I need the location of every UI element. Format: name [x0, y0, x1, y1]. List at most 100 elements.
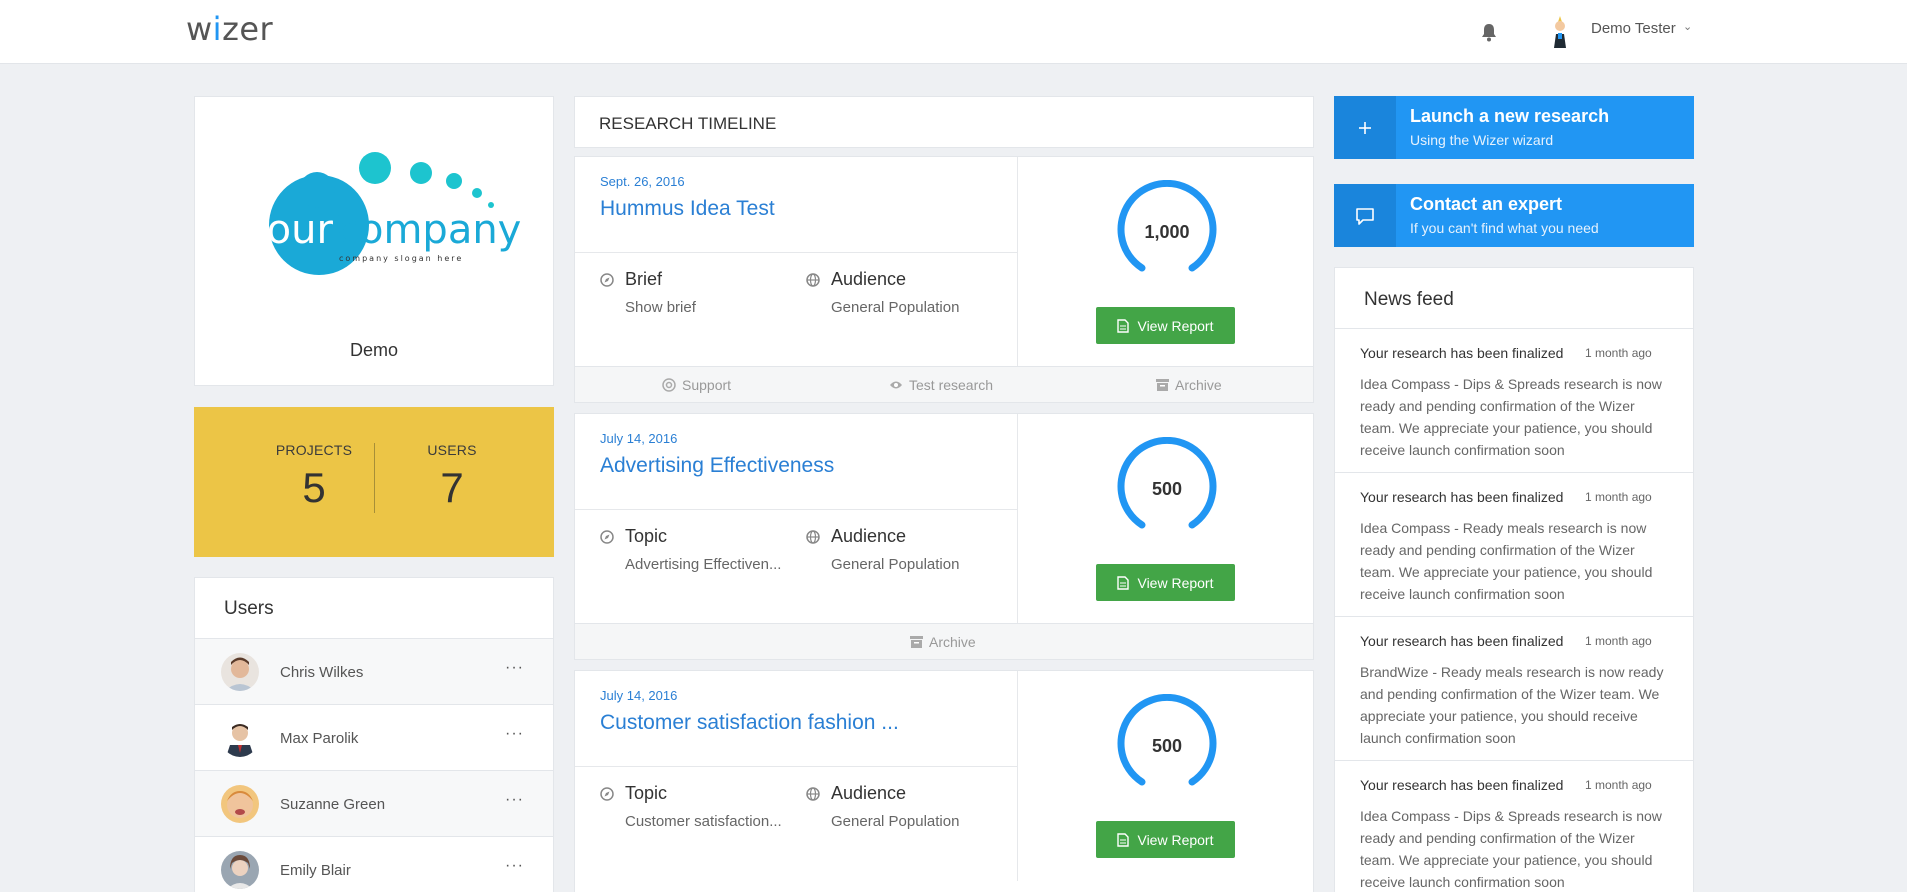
compass-icon [600, 787, 614, 801]
logo-part: zer [222, 10, 274, 48]
users-value: 7 [440, 464, 464, 511]
field-label: Audience [831, 269, 907, 289]
view-report-label: View Report [1137, 317, 1214, 334]
research-title-link[interactable]: Advertising Effectiveness [600, 454, 834, 478]
contact-expert-button[interactable]: Contact an expert If you can't find what… [1334, 184, 1694, 247]
globe-icon [806, 787, 820, 801]
news-item[interactable]: Your research has been finalized 1 month… [1335, 616, 1693, 760]
globe-icon [806, 273, 820, 287]
chevron-down-icon[interactable]: ⌄ [1683, 20, 1692, 33]
archive-label: Archive [929, 634, 976, 650]
users-card: Users Chris Wilkes ··· Max Parolik ··· S… [194, 577, 554, 892]
divider [575, 766, 1017, 767]
contact-expert-title: Contact an expert [1410, 194, 1563, 214]
top-bar: wizer Demo Tester ⌄ [0, 0, 1907, 64]
archive-link[interactable]: Archive [910, 634, 976, 650]
research-date: July 14, 2016 [600, 688, 678, 703]
user-avatar[interactable] [1548, 14, 1572, 48]
news-feed-title: News feed [1364, 289, 1454, 310]
test-research-link[interactable]: Test research [889, 377, 993, 393]
news-headline: Your research has been finalized [1360, 489, 1564, 505]
logo-word-company: company [337, 207, 521, 253]
news-time: 1 month ago [1585, 634, 1652, 648]
user-row[interactable]: Suzanne Green ··· [195, 770, 553, 836]
launch-research-subtitle: Using the Wizer wizard [1410, 132, 1554, 148]
users-label: USERS [427, 442, 477, 458]
research-title-link[interactable]: Hummus Idea Test [600, 197, 775, 221]
bell-icon[interactable] [1480, 22, 1498, 42]
field-value: General Population [831, 813, 960, 830]
user-row[interactable]: Chris Wilkes ··· [195, 638, 553, 704]
archive-link[interactable]: Archive [1156, 377, 1222, 393]
logo-part: i [212, 10, 223, 48]
news-item[interactable]: Your research has been finalized 1 month… [1335, 328, 1693, 472]
launch-research-button[interactable]: Launch a new research Using the Wizer wi… [1334, 96, 1694, 159]
news-time: 1 month ago [1585, 346, 1652, 360]
respondents-count: 1,000 [1144, 222, 1189, 242]
user-menu-name[interactable]: Demo Tester [1591, 20, 1676, 37]
user-name: Emily Blair [280, 862, 351, 879]
more-icon[interactable]: ··· [505, 725, 524, 743]
research-card: July 14, 2016 Customer satisfaction fash… [574, 670, 1314, 892]
eye-icon [890, 381, 902, 389]
users-stat[interactable]: USERS 7 [382, 442, 522, 512]
divider [575, 252, 1017, 253]
document-icon [1117, 575, 1130, 590]
research-timeline-header: RESEARCH TIMELINE [574, 96, 1314, 148]
field-label: Audience [831, 783, 907, 803]
more-icon[interactable]: ··· [505, 857, 524, 875]
projects-label: PROJECTS [275, 442, 353, 458]
wizer-logo[interactable]: wizer [186, 10, 273, 48]
avatar [221, 719, 259, 757]
view-report-label: View Report [1137, 574, 1214, 591]
research-date: July 14, 2016 [600, 431, 678, 446]
news-body: Idea Compass - Dips & Spreads research i… [1360, 808, 1662, 890]
user-row[interactable]: Emily Blair ··· [195, 836, 553, 892]
more-icon[interactable]: ··· [505, 791, 524, 809]
news-body: Idea Compass - Dips & Spreads research i… [1360, 376, 1662, 458]
news-item[interactable]: Your research has been finalized 1 month… [1335, 472, 1693, 616]
divider [1017, 414, 1018, 624]
logo-word-your: your [243, 207, 333, 253]
news-item[interactable]: Your research has been finalized 1 month… [1335, 760, 1693, 892]
field-value: General Population [831, 556, 960, 573]
research-footer: Archive [575, 623, 1313, 659]
chat-icon [1334, 184, 1396, 247]
research-title-link[interactable]: Customer satisfaction fashion ... [600, 711, 899, 735]
support-label: Support [682, 377, 732, 393]
avatar [221, 851, 259, 889]
user-name: Chris Wilkes [280, 664, 364, 681]
news-headline: Your research has been finalized [1360, 345, 1564, 361]
respondents-gauge: 500 [1117, 437, 1217, 529]
news-headline: Your research has been finalized [1360, 633, 1564, 649]
logo-slogan: company slogan here [339, 254, 463, 263]
view-report-button[interactable]: View Report [1096, 307, 1235, 344]
stats-card: PROJECTS 5 USERS 7 [194, 407, 554, 557]
divider [1017, 157, 1018, 367]
research-date: Sept. 26, 2016 [600, 174, 685, 189]
users-title: Users [224, 598, 274, 619]
respondents-count: 500 [1152, 479, 1182, 499]
compass-icon [600, 530, 614, 544]
field-value[interactable]: Show brief [625, 299, 696, 316]
view-report-button[interactable]: View Report [1096, 564, 1235, 601]
company-logo: your company company slogan here [243, 152, 521, 275]
research-card: Sept. 26, 2016 Hummus Idea Test Brief Sh… [574, 156, 1314, 403]
stat-divider [374, 443, 375, 513]
projects-stat[interactable]: PROJECTS 5 [254, 442, 374, 512]
view-report-button[interactable]: View Report [1096, 821, 1235, 858]
archive-label: Archive [1175, 377, 1222, 393]
plus-icon [1334, 96, 1396, 159]
user-name: Max Parolik [280, 730, 359, 747]
more-icon[interactable]: ··· [505, 659, 524, 677]
divider [575, 509, 1017, 510]
field-label: Audience [831, 526, 907, 546]
support-link[interactable]: Support [662, 377, 731, 393]
news-feed-card: News feed Your research has been finaliz… [1334, 267, 1694, 892]
lifebuoy-icon [662, 378, 676, 392]
news-headline: Your research has been finalized [1360, 777, 1564, 793]
user-row[interactable]: Max Parolik ··· [195, 704, 553, 770]
user-name: Suzanne Green [280, 796, 386, 813]
archive-icon [910, 636, 923, 648]
respondents-gauge: 500 [1117, 694, 1217, 786]
